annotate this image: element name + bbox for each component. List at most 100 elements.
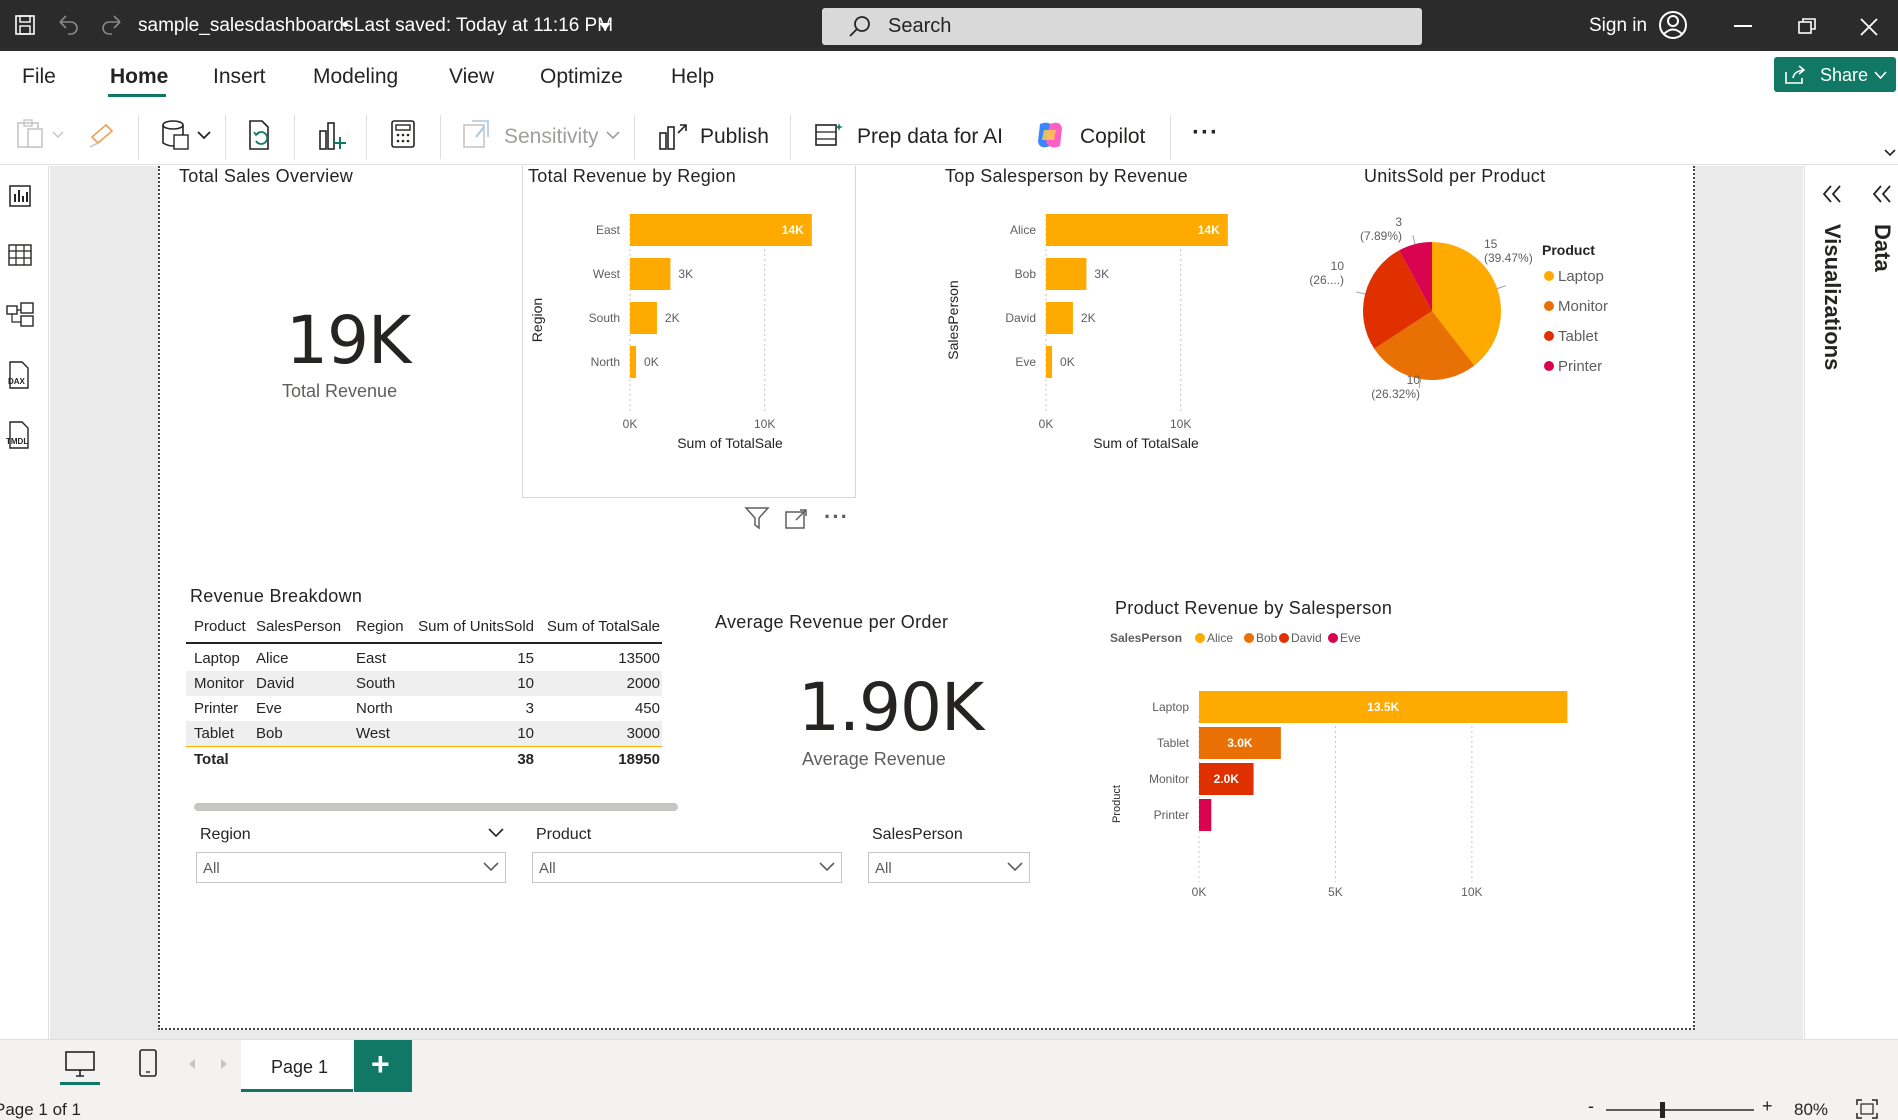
add-page-button[interactable]: +	[354, 1040, 412, 1092]
data-pane-tab[interactable]: Data	[1869, 224, 1895, 272]
menu-home[interactable]: Home	[110, 65, 168, 89]
prev-page-icon[interactable]	[188, 1058, 196, 1070]
legend-label: Monitor	[1558, 298, 1608, 315]
desktop-layout-icon[interactable]	[64, 1050, 96, 1078]
more-options-button[interactable]: ···	[1192, 119, 1219, 147]
zoom-level[interactable]: 80%	[1794, 1100, 1828, 1120]
sensitivity-button[interactable]: Sensitivity	[504, 125, 599, 149]
region-slicer-dropdown[interactable]: All	[196, 852, 506, 883]
saved-status[interactable]: • Last saved: Today at 11:16 PM	[342, 15, 613, 37]
table-cell: Bob	[256, 725, 283, 742]
close-icon[interactable]	[1860, 18, 1878, 36]
expand-data-icon[interactable]	[1871, 184, 1893, 204]
save-icon[interactable]	[14, 14, 36, 36]
bar	[1046, 302, 1073, 334]
table-scrollbar[interactable]	[194, 803, 678, 811]
leader-line	[1497, 285, 1506, 290]
data-label: 3K	[1094, 267, 1109, 281]
bar	[630, 346, 637, 378]
minimize-icon[interactable]	[1734, 25, 1752, 27]
avg-revenue-title: Average Revenue per Order	[715, 612, 949, 632]
ribbon-toolbar: Sensitivity Publish Prep data for AI Cop…	[0, 105, 1898, 165]
table-cell: 13500	[618, 650, 660, 667]
layout-indicator	[60, 1082, 100, 1085]
zoom-slider[interactable]	[1606, 1109, 1754, 1111]
filter-icon[interactable]	[744, 506, 770, 530]
table-cell: 3	[525, 700, 534, 717]
x-tick-label: 10K	[1461, 885, 1482, 899]
table-cell: 450	[634, 700, 660, 717]
active-tab-indicator	[108, 94, 166, 97]
chevron-down-icon[interactable]	[488, 828, 504, 838]
tmdl-view-icon[interactable]: TMDL	[4, 420, 36, 450]
data-label: 14K	[782, 223, 804, 237]
next-page-icon[interactable]	[220, 1058, 228, 1070]
new-visual-icon[interactable]	[316, 119, 348, 151]
category-label: Eve	[1015, 355, 1036, 369]
menu-insert[interactable]: Insert	[213, 65, 266, 89]
menu-view[interactable]: View	[449, 65, 494, 89]
salesperson-bar-chart[interactable]: 0K 10K Alice 14K Bob 3K David 2K Eve 0K Sum of Tot…	[938, 190, 1272, 500]
paste-icon[interactable]	[16, 119, 50, 149]
get-data-icon[interactable]	[160, 119, 190, 151]
data-label: 3K	[678, 267, 693, 281]
category-label: North	[591, 355, 620, 369]
prep-data-button[interactable]: Prep data for AI	[857, 125, 1003, 149]
legend-marker	[1195, 633, 1205, 643]
zoom-in-button[interactable]: +	[1762, 1096, 1773, 1117]
file-title[interactable]: sample_salesdashboards	[138, 15, 353, 37]
mobile-layout-icon[interactable]	[138, 1048, 158, 1078]
publish-button[interactable]: Publish	[700, 125, 769, 149]
restore-icon[interactable]	[1798, 18, 1816, 34]
legend-marker	[1279, 633, 1289, 643]
zoom-out-button[interactable]: -	[1588, 1096, 1594, 1117]
table-header-cell: Sum of UnitsSold	[418, 618, 534, 635]
table-view-icon[interactable]	[8, 244, 32, 266]
redo-icon[interactable]	[100, 14, 124, 36]
avg-revenue-label: Average Revenue	[802, 749, 946, 769]
product-salesperson-bar-chart[interactable]: SalesPerson Alice Bob David Eve 0K 5K 10K Laptop…	[1110, 624, 1630, 904]
collapse-ribbon-icon[interactable]	[1884, 149, 1896, 157]
product-slicer-value: All	[539, 860, 556, 877]
model-view-icon[interactable]	[6, 302, 34, 328]
dax-query-icon[interactable]: DAX	[6, 360, 34, 390]
fit-to-page-icon[interactable]	[1856, 1099, 1878, 1119]
sensitivity-icon[interactable]	[462, 119, 490, 149]
calculator-icon[interactable]	[390, 119, 416, 149]
menu-modeling[interactable]: Modeling	[313, 65, 398, 89]
chevron-down-icon[interactable]	[598, 22, 612, 31]
chevron-down-icon[interactable]	[52, 131, 64, 139]
chevron-down-icon[interactable]	[606, 131, 620, 140]
search-input[interactable]: Search	[822, 8, 1422, 45]
expand-visualizations-icon[interactable]	[1821, 184, 1843, 204]
chevron-down-icon[interactable]	[197, 131, 211, 140]
undo-icon[interactable]	[56, 14, 80, 36]
menu-optimize[interactable]: Optimize	[540, 65, 623, 89]
report-view-icon[interactable]	[8, 184, 32, 208]
product-slicer-dropdown[interactable]: All	[532, 852, 842, 883]
title-bar: sample_salesdashboards • Last saved: Tod…	[0, 0, 1898, 51]
menu-file[interactable]: File	[22, 65, 56, 89]
zoom-slider-thumb[interactable]	[1660, 1102, 1665, 1118]
prep-data-icon[interactable]	[814, 121, 844, 149]
visualizations-pane-tab[interactable]: Visualizations	[1819, 224, 1845, 370]
account-icon[interactable]	[1658, 10, 1688, 40]
tab-page-1[interactable]: Page 1	[241, 1040, 353, 1092]
refresh-icon[interactable]	[246, 119, 276, 151]
menu-help[interactable]: Help	[671, 65, 714, 89]
revenue-table[interactable]: Product SalesPerson Region Sum of UnitsSold…	[186, 612, 676, 772]
focus-mode-icon[interactable]	[784, 508, 808, 530]
publish-icon[interactable]	[656, 119, 688, 151]
sign-in-link[interactable]: Sign in	[1589, 15, 1647, 37]
svg-text:TMDL: TMDL	[6, 437, 28, 446]
category-label: Alice	[1010, 223, 1036, 237]
format-painter-icon[interactable]	[88, 121, 118, 149]
visual-more-options[interactable]: ···	[824, 504, 849, 530]
share-button[interactable]: Share	[1774, 57, 1896, 92]
units-pie-chart[interactable]: 15(39.47%)10(26.32%)10(26....)3(7.89%)Pr…	[1310, 206, 1690, 426]
table-cell: West	[356, 725, 390, 742]
copilot-button[interactable]: Copilot	[1080, 125, 1145, 149]
copilot-icon[interactable]	[1034, 120, 1066, 150]
salesperson-slicer-dropdown[interactable]: All	[868, 852, 1030, 883]
region-bar-chart[interactable]: 0K 10K East 14K West 3K South 2K North 0K Sum of T…	[522, 190, 856, 500]
